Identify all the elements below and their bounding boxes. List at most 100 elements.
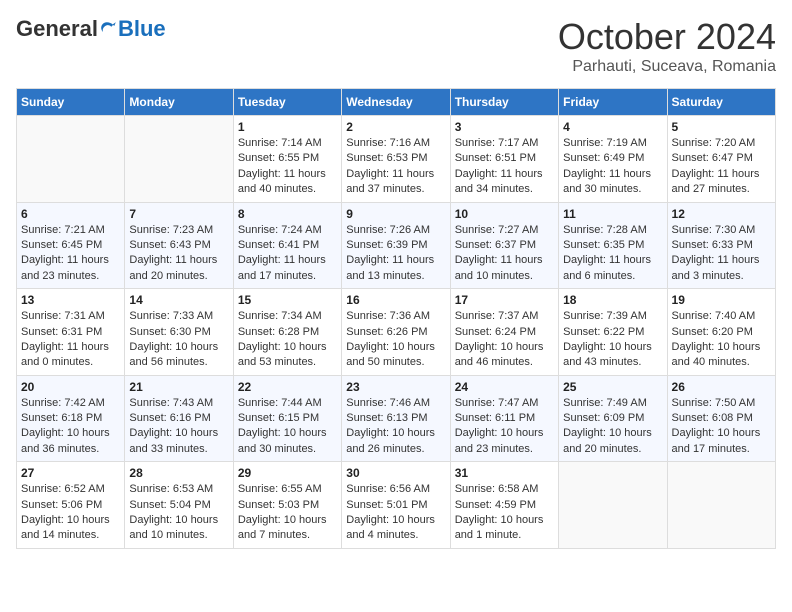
calendar-cell: 23 Sunrise: 7:46 AMSunset: 6:13 PMDayligh… [342, 375, 450, 462]
day-info: Sunrise: 7:33 AMSunset: 6:30 PMDaylight:… [129, 309, 228, 371]
calendar-cell: 18 Sunrise: 7:39 AMSunset: 6:22 PMDayligh… [559, 289, 667, 376]
day-info: Sunrise: 7:34 AMSunset: 6:28 PMDaylight:… [238, 309, 337, 371]
day-number: 1 [238, 120, 337, 134]
day-number: 15 [238, 293, 337, 307]
day-number: 20 [21, 380, 120, 394]
calendar-cell [17, 116, 125, 203]
calendar-cell: 25 Sunrise: 7:49 AMSunset: 6:09 PMDayligh… [559, 375, 667, 462]
day-info: Sunrise: 7:47 AMSunset: 6:11 PMDaylight:… [455, 396, 554, 458]
day-info: Sunrise: 6:58 AMSunset: 4:59 PMDaylight:… [455, 482, 554, 544]
calendar-table: SundayMondayTuesdayWednesdayThursdayFrid… [16, 88, 776, 549]
calendar-cell: 13Sunrise: 7:31 AMSunset: 6:31 PMDayligh… [17, 289, 125, 376]
day-info: Sunrise: 7:20 AMSunset: 6:47 PMDaylight:… [672, 136, 771, 198]
calendar-cell [667, 462, 775, 549]
day-number: 24 [455, 380, 554, 394]
calendar-cell: 15 Sunrise: 7:34 AMSunset: 6:28 PMDayligh… [233, 289, 341, 376]
day-info: Sunrise: 7:14 AMSunset: 6:55 PMDaylight:… [238, 136, 337, 198]
day-info: Sunrise: 7:28 AMSunset: 6:35 PMDaylight:… [563, 223, 662, 285]
day-number: 25 [563, 380, 662, 394]
calendar-cell: 27 Sunrise: 6:52 AMSunset: 5:06 PMDayligh… [17, 462, 125, 549]
day-info: Sunrise: 7:21 AMSunset: 6:45 PMDaylight:… [21, 223, 120, 285]
calendar-cell: 24 Sunrise: 7:47 AMSunset: 6:11 PMDayligh… [450, 375, 558, 462]
calendar-header-row: SundayMondayTuesdayWednesdayThursdayFrid… [17, 89, 776, 116]
calendar-cell: 6Sunrise: 7:21 AMSunset: 6:45 PMDaylight… [17, 202, 125, 289]
location-text: Parhauti, Suceava, Romania [558, 58, 776, 76]
day-info: Sunrise: 7:27 AMSunset: 6:37 PMDaylight:… [455, 223, 554, 285]
day-number: 11 [563, 207, 662, 221]
day-number: 19 [672, 293, 771, 307]
col-header-saturday: Saturday [667, 89, 775, 116]
day-info: Sunrise: 7:42 AMSunset: 6:18 PMDaylight:… [21, 396, 120, 458]
col-header-monday: Monday [125, 89, 233, 116]
day-info: Sunrise: 7:43 AMSunset: 6:16 PMDaylight:… [129, 396, 228, 458]
day-number: 16 [346, 293, 445, 307]
col-header-wednesday: Wednesday [342, 89, 450, 116]
day-info: Sunrise: 7:26 AMSunset: 6:39 PMDaylight:… [346, 223, 445, 285]
col-header-friday: Friday [559, 89, 667, 116]
calendar-cell: 20 Sunrise: 7:42 AMSunset: 6:18 PMDayligh… [17, 375, 125, 462]
day-info: Sunrise: 7:36 AMSunset: 6:26 PMDaylight:… [346, 309, 445, 371]
page-header: General Blue October 2024 Parhauti, Suce… [16, 16, 776, 76]
day-number: 5 [672, 120, 771, 134]
calendar-cell: 21Sunrise: 7:43 AMSunset: 6:16 PMDayligh… [125, 375, 233, 462]
calendar-cell: 4Sunrise: 7:19 AMSunset: 6:49 PMDaylight… [559, 116, 667, 203]
calendar-cell: 19Sunrise: 7:40 AMSunset: 6:20 PMDayligh… [667, 289, 775, 376]
calendar-cell: 14 Sunrise: 7:33 AMSunset: 6:30 PMDayligh… [125, 289, 233, 376]
title-block: October 2024 Parhauti, Suceava, Romania [558, 16, 776, 76]
day-number: 31 [455, 466, 554, 480]
day-info: Sunrise: 6:52 AMSunset: 5:06 PMDaylight:… [21, 482, 120, 544]
calendar-week-row: 20 Sunrise: 7:42 AMSunset: 6:18 PMDayligh… [17, 375, 776, 462]
day-number: 28 [129, 466, 228, 480]
day-info: Sunrise: 7:17 AMSunset: 6:51 PMDaylight:… [455, 136, 554, 198]
calendar-cell: 7Sunrise: 7:23 AMSunset: 6:43 PMDaylight… [125, 202, 233, 289]
day-info: Sunrise: 6:55 AMSunset: 5:03 PMDaylight:… [238, 482, 337, 544]
day-number: 30 [346, 466, 445, 480]
day-info: Sunrise: 7:49 AMSunset: 6:09 PMDaylight:… [563, 396, 662, 458]
day-info: Sunrise: 7:16 AMSunset: 6:53 PMDaylight:… [346, 136, 445, 198]
day-number: 9 [346, 207, 445, 221]
calendar-cell: 5 Sunrise: 7:20 AMSunset: 6:47 PMDaylight… [667, 116, 775, 203]
col-header-tuesday: Tuesday [233, 89, 341, 116]
calendar-cell: 3 Sunrise: 7:17 AMSunset: 6:51 PMDaylight… [450, 116, 558, 203]
day-number: 8 [238, 207, 337, 221]
calendar-cell: 12 Sunrise: 7:30 AMSunset: 6:33 PMDayligh… [667, 202, 775, 289]
day-info: Sunrise: 7:37 AMSunset: 6:24 PMDaylight:… [455, 309, 554, 371]
logo-general-text: General [16, 16, 98, 42]
day-info: Sunrise: 7:24 AMSunset: 6:41 PMDaylight:… [238, 223, 337, 285]
day-number: 14 [129, 293, 228, 307]
logo: General Blue [16, 16, 166, 42]
calendar-cell: 28 Sunrise: 6:53 AMSunset: 5:04 PMDayligh… [125, 462, 233, 549]
day-number: 3 [455, 120, 554, 134]
calendar-cell: 29 Sunrise: 6:55 AMSunset: 5:03 PMDayligh… [233, 462, 341, 549]
logo-blue-text: Blue [118, 16, 166, 42]
calendar-cell: 2Sunrise: 7:16 AMSunset: 6:53 PMDaylight… [342, 116, 450, 203]
day-info: Sunrise: 6:53 AMSunset: 5:04 PMDaylight:… [129, 482, 228, 544]
day-number: 12 [672, 207, 771, 221]
logo-bird-icon [100, 20, 118, 38]
day-info: Sunrise: 7:39 AMSunset: 6:22 PMDaylight:… [563, 309, 662, 371]
day-info: Sunrise: 7:19 AMSunset: 6:49 PMDaylight:… [563, 136, 662, 198]
day-number: 17 [455, 293, 554, 307]
day-number: 27 [21, 466, 120, 480]
calendar-cell: 30 Sunrise: 6:56 AMSunset: 5:01 PMDayligh… [342, 462, 450, 549]
calendar-cell: 17 Sunrise: 7:37 AMSunset: 6:24 PMDayligh… [450, 289, 558, 376]
calendar-cell: 9 Sunrise: 7:26 AMSunset: 6:39 PMDaylight… [342, 202, 450, 289]
calendar-cell: 1 Sunrise: 7:14 AMSunset: 6:55 PMDaylight… [233, 116, 341, 203]
day-number: 10 [455, 207, 554, 221]
day-info: Sunrise: 6:56 AMSunset: 5:01 PMDaylight:… [346, 482, 445, 544]
calendar-week-row: 1 Sunrise: 7:14 AMSunset: 6:55 PMDaylight… [17, 116, 776, 203]
day-info: Sunrise: 7:30 AMSunset: 6:33 PMDaylight:… [672, 223, 771, 285]
day-number: 22 [238, 380, 337, 394]
calendar-week-row: 13Sunrise: 7:31 AMSunset: 6:31 PMDayligh… [17, 289, 776, 376]
calendar-week-row: 27 Sunrise: 6:52 AMSunset: 5:06 PMDayligh… [17, 462, 776, 549]
calendar-cell: 10 Sunrise: 7:27 AMSunset: 6:37 PMDayligh… [450, 202, 558, 289]
day-info: Sunrise: 7:46 AMSunset: 6:13 PMDaylight:… [346, 396, 445, 458]
calendar-cell [125, 116, 233, 203]
day-number: 29 [238, 466, 337, 480]
day-number: 18 [563, 293, 662, 307]
day-number: 23 [346, 380, 445, 394]
day-number: 26 [672, 380, 771, 394]
col-header-sunday: Sunday [17, 89, 125, 116]
day-number: 7 [129, 207, 228, 221]
day-info: Sunrise: 7:44 AMSunset: 6:15 PMDaylight:… [238, 396, 337, 458]
